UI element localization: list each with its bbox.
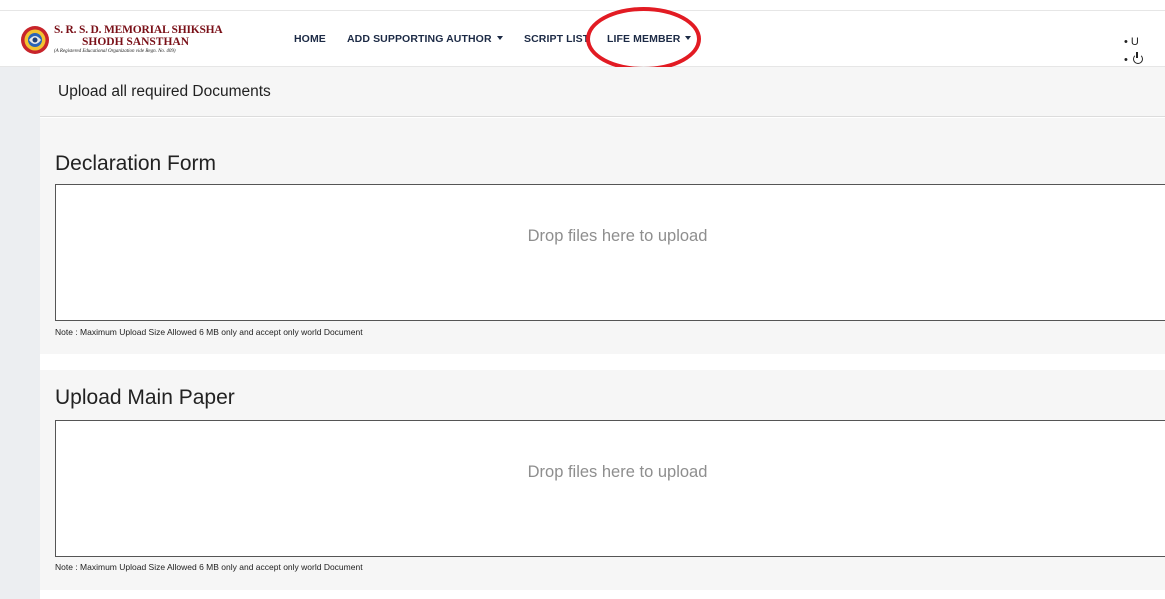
dropzone-label: Drop files here to upload — [527, 463, 708, 481]
user-menu-item-label: U — [1130, 36, 1139, 48]
brand-name-line2: SHODH SANSTHAN — [82, 36, 190, 48]
power-icon — [1132, 52, 1143, 64]
top-strip — [0, 0, 1165, 10]
dropzone-label: Drop files here to upload — [527, 227, 708, 245]
upload-section-main-paper: Upload Main Paper Drop files here to upl… — [40, 370, 1165, 590]
nav-script-list-label: SCRIPT LIST — [524, 33, 590, 45]
upload-section-declaration: Declaration Form Drop files here to uplo… — [40, 118, 1165, 354]
chevron-down-icon — [496, 36, 503, 40]
brand-name-line1: S. R. S. D. MEMORIAL SHIKSHA — [54, 24, 223, 36]
upload-note: Note : Maximum Upload Size Allowed 6 MB … — [55, 562, 363, 572]
page-title: Upload all required Documents — [58, 83, 271, 100]
nav-add-supporting-author[interactable]: ADD SUPPORTING AUTHOR — [347, 33, 503, 45]
page-header: Upload all required Documents — [40, 67, 1165, 117]
logo-emblem-icon — [21, 26, 49, 54]
nav-script-list[interactable]: SCRIPT LIST — [524, 33, 589, 45]
user-menu-item[interactable]: • U — [1124, 33, 1143, 51]
left-rail — [0, 67, 40, 599]
dropzone-declaration[interactable]: Drop files here to upload — [55, 184, 1165, 321]
section-title: Upload Main Paper — [55, 386, 235, 409]
upload-note: Note : Maximum Upload Size Allowed 6 MB … — [55, 327, 363, 337]
section-title: Declaration Form — [55, 152, 217, 175]
nav-add-supporting-author-label: ADD SUPPORTING AUTHOR — [347, 33, 492, 45]
top-navbar: S. R. S. D. MEMORIAL SHIKSHA SHODH SANST… — [0, 10, 1165, 67]
nav-home[interactable]: HOME — [294, 33, 326, 45]
dropzone-main-paper[interactable]: Drop files here to upload — [55, 420, 1165, 557]
brand-logo[interactable]: S. R. S. D. MEMORIAL SHIKSHA SHODH SANST… — [20, 24, 290, 57]
highlight-annotation — [586, 7, 701, 71]
user-menu: • U • — [1124, 33, 1143, 69]
brand-tagline: (A Registered Educational Organization v… — [54, 49, 176, 54]
nav-home-label: HOME — [294, 33, 326, 45]
